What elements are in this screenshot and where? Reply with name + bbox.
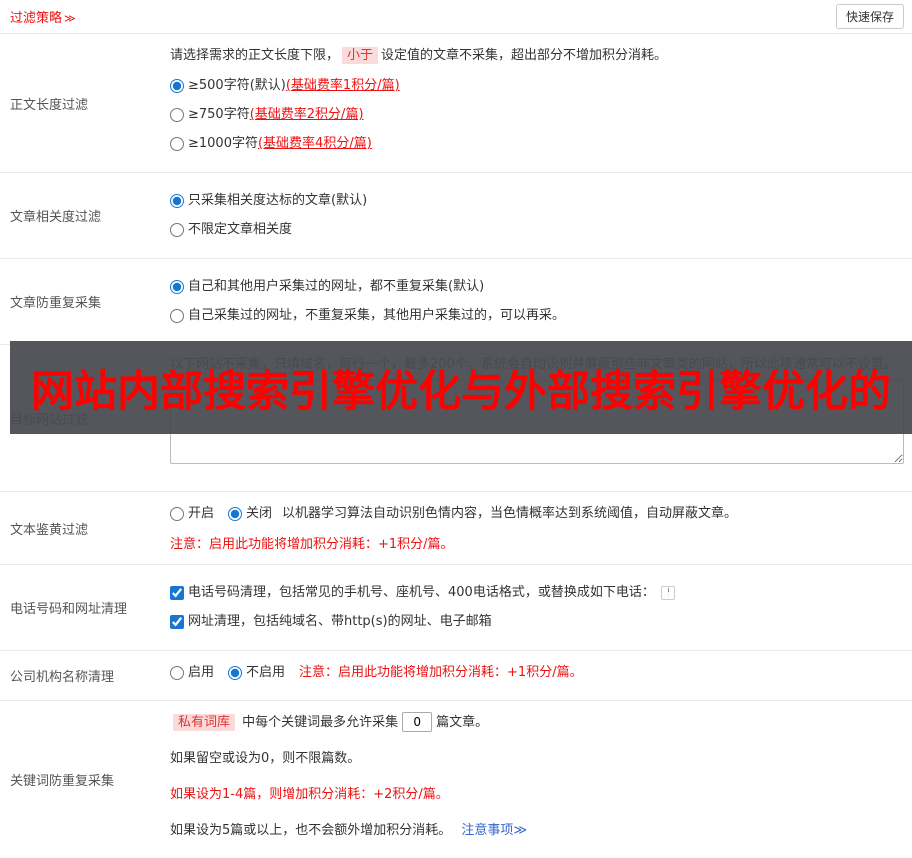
toolbar: 过滤策略 ≫ 快速保存 bbox=[0, 0, 912, 34]
relevance-radio-any[interactable] bbox=[170, 223, 184, 237]
phone-cleanup-checkbox[interactable] bbox=[170, 586, 184, 600]
fee-note: (基础费率1积分/篇) bbox=[285, 78, 400, 93]
dedup-option-all-users[interactable]: 自己和其他用户采集过的网址，都不重复采集(默认) bbox=[170, 277, 904, 297]
length-intro: 请选择需求的正文长度下限， 小于 设定值的文章不采集，超出部分不增加积分消耗。 bbox=[170, 47, 668, 64]
notice-link[interactable]: 注意事项≫ bbox=[461, 823, 527, 838]
porn-option-off[interactable]: 关闭 bbox=[228, 503, 272, 525]
chevron-link-icon: ≫ bbox=[513, 823, 528, 838]
porn-desc: 以机器学习算法自动识别色情内容，当色情概率达到系统阈值，自动屏蔽文章。 bbox=[282, 506, 738, 521]
fee-note: (基础费率2积分/篇) bbox=[249, 107, 364, 122]
private-lexicon-badge: 私有词库 bbox=[173, 714, 236, 731]
company-radio-off[interactable] bbox=[228, 666, 243, 680]
keyword-count-input[interactable] bbox=[402, 712, 433, 732]
less-than-badge: 小于 bbox=[342, 47, 379, 64]
length-option-1000[interactable]: ≥1000字符 (基础费率4积分/篇) bbox=[170, 134, 904, 154]
relevance-option-any[interactable]: 不限定文章相关度 bbox=[170, 220, 904, 240]
row-label: 正文长度过滤 bbox=[10, 97, 89, 113]
chevron-expand-icon: ≫ bbox=[64, 12, 76, 25]
row-label: 文本鉴黄过滤 bbox=[10, 522, 89, 538]
phone-cleanup-option[interactable]: 电话号码清理，包括常见的手机号、座机号、400电话格式，或替换成如下电话： bbox=[170, 583, 904, 603]
keyword-limit-line: 私有词库 中每个关键词最多允许采集篇文章。 bbox=[170, 712, 904, 734]
page-title[interactable]: 过滤策略 ≫ bbox=[10, 7, 76, 26]
row-body-length-filter: 正文长度过滤 请选择需求的正文长度下限， 小于 设定值的文章不采集，超出部分不增加积… bbox=[0, 34, 912, 173]
length-radio-750[interactable] bbox=[170, 108, 184, 122]
row-company-cleanup: 公司机构名称清理 启用 不启用 注意：启用此功能将增加积分消耗：+1积分/篇。 bbox=[0, 651, 912, 701]
row-porn-filter: 文本鉴黄过滤 开启 关闭 以机器学习算法自动识别色情内容，当色情概率达到系统阈值… bbox=[0, 492, 912, 565]
keyword-note-five: 如果设为5篇或以上，也不会额外增加积分消耗。 注意事项≫ bbox=[170, 823, 528, 838]
row-dedup-collect: 文章防重复采集 自己和其他用户采集过的网址，都不重复采集(默认) 自己采集过的网… bbox=[0, 259, 912, 345]
company-radio-on[interactable] bbox=[170, 666, 184, 680]
replacement-phone-input[interactable] bbox=[660, 586, 675, 600]
length-option-750[interactable]: ≥750字符 (基础费率2积分/篇) bbox=[170, 105, 904, 125]
dedup-radio-all-users[interactable] bbox=[170, 280, 184, 294]
row-keyword-dedup: 关键词防重复采集 私有词库 中每个关键词最多允许采集篇文章。 如果留空或设为0，… bbox=[0, 701, 912, 858]
quick-save-button[interactable]: 快速保存 bbox=[835, 4, 904, 29]
relevance-option-strict[interactable]: 只采集相关度达标的文章(默认) bbox=[170, 191, 904, 211]
watermark-text: 网站内部搜索引擎优化与外部搜索引擎优化的 bbox=[31, 366, 891, 417]
porn-radio-off[interactable] bbox=[228, 507, 243, 521]
length-radio-1000[interactable] bbox=[170, 137, 184, 151]
row-label: 电话号码和网址清理 bbox=[10, 602, 128, 617]
row-phone-url-cleanup: 电话号码和网址清理 电话号码清理，包括常见的手机号、座机号、400电话格式，或替… bbox=[0, 565, 912, 651]
row-label: 文章防重复采集 bbox=[10, 296, 102, 311]
relevance-radio-strict[interactable] bbox=[170, 194, 184, 208]
row-label: 文章相关度过滤 bbox=[10, 210, 102, 225]
company-option-off[interactable]: 不启用 bbox=[228, 662, 285, 684]
url-cleanup-option[interactable]: 网址清理，包括纯域名、带http(s)的网址、电子邮箱 bbox=[170, 612, 904, 632]
keyword-note-zero: 如果留空或设为0，则不限篇数。 bbox=[170, 751, 361, 766]
page-title-text: 过滤策略 bbox=[10, 11, 63, 26]
length-option-500[interactable]: ≥500字符(默认) (基础费率1积分/篇) bbox=[170, 76, 904, 96]
row-label: 关键词防重复采集 bbox=[10, 774, 115, 789]
company-option-on[interactable]: 启用 bbox=[170, 662, 214, 684]
porn-fee-note: 注意：启用此功能将增加积分消耗：+1积分/篇。 bbox=[170, 537, 454, 552]
porn-radio-on[interactable] bbox=[170, 507, 184, 521]
row-relevance-filter: 文章相关度过滤 只采集相关度达标的文章(默认) 不限定文章相关度 bbox=[0, 173, 912, 259]
company-fee-note: 注意：启用此功能将增加积分消耗：+1积分/篇。 bbox=[299, 665, 583, 680]
dedup-option-self-only[interactable]: 自己采集过的网址，不重复采集，其他用户采集过的，可以再采。 bbox=[170, 306, 904, 326]
url-cleanup-checkbox[interactable] bbox=[170, 615, 184, 629]
length-radio-500[interactable] bbox=[170, 79, 184, 93]
dedup-radio-self-only[interactable] bbox=[170, 309, 184, 323]
keyword-note-fee: 如果设为1-4篇，则增加积分消耗：+2积分/篇。 bbox=[170, 787, 449, 802]
watermark-overlay: 网站内部搜索引擎优化与外部搜索引擎优化的 bbox=[10, 341, 912, 434]
fee-note: (基础费率4积分/篇) bbox=[257, 136, 372, 151]
porn-option-on[interactable]: 开启 bbox=[170, 503, 214, 525]
row-label: 公司机构名称清理 bbox=[10, 670, 115, 685]
